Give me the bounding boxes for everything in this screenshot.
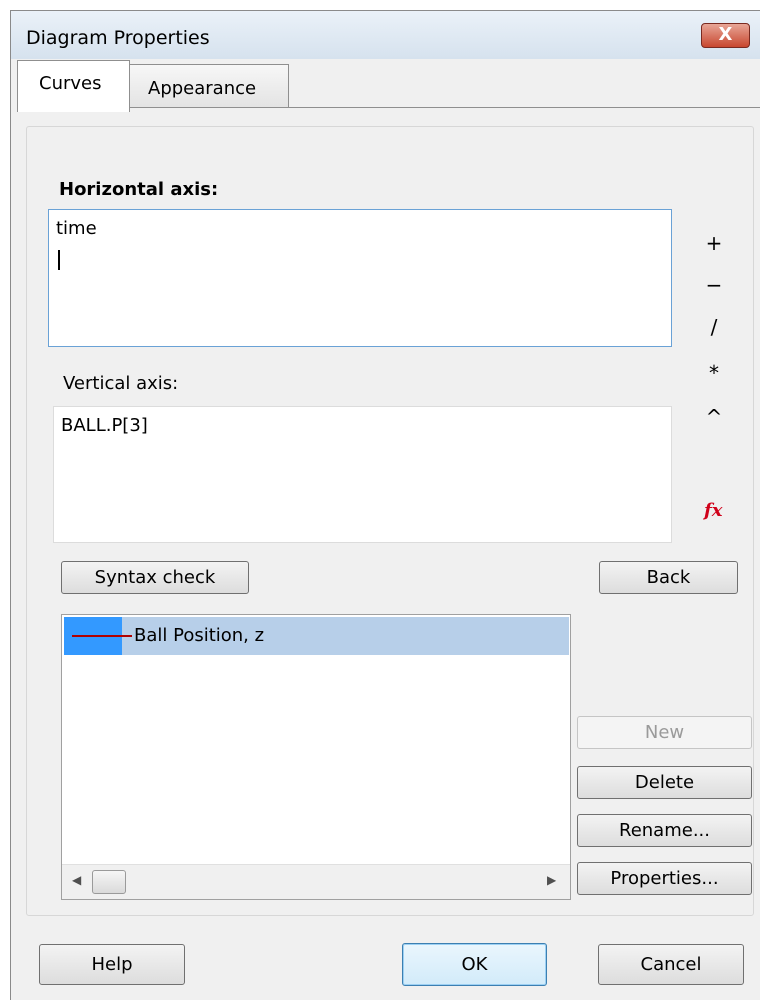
curves-list[interactable]: Ball Position, z ◀ ▶ xyxy=(61,614,571,900)
back-button[interactable]: Back xyxy=(599,561,738,594)
tab-appearance-label: Appearance xyxy=(148,78,257,99)
function-icon[interactable]: fx xyxy=(704,500,722,521)
close-button[interactable]: X xyxy=(701,23,750,48)
power-operator-button[interactable]: ^ xyxy=(699,405,729,429)
curve-line-sample xyxy=(72,635,122,637)
rename-button[interactable]: Rename... xyxy=(577,814,752,847)
syntax-check-button[interactable]: Syntax check xyxy=(61,561,249,594)
list-item[interactable]: Ball Position, z xyxy=(64,617,569,655)
ok-button[interactable]: OK xyxy=(402,943,547,986)
title-bar: Diagram Properties X xyxy=(11,11,760,59)
tab-appearance[interactable]: Appearance xyxy=(129,64,289,108)
delete-button[interactable]: Delete xyxy=(577,766,752,799)
horizontal-axis-label: Horizontal axis: xyxy=(59,179,219,200)
curve-color-swatch xyxy=(64,617,122,655)
cancel-button[interactable]: Cancel xyxy=(598,944,744,985)
tab-curves[interactable]: Curves xyxy=(17,60,130,112)
text-caret xyxy=(58,250,60,270)
help-button[interactable]: Help xyxy=(39,944,185,985)
vertical-axis-input[interactable]: BALL.P[3] xyxy=(53,406,672,543)
properties-button[interactable]: Properties... xyxy=(577,862,752,895)
vertical-axis-value: BALL.P[3] xyxy=(61,415,148,436)
scroll-left-icon[interactable]: ◀ xyxy=(72,873,81,887)
new-button[interactable]: New xyxy=(577,716,752,749)
curve-label: Ball Position, z xyxy=(134,625,265,646)
window-title: Diagram Properties xyxy=(26,27,210,49)
curve-line-sample-tail xyxy=(122,635,132,637)
minus-operator-button[interactable]: − xyxy=(699,273,729,297)
plus-operator-button[interactable]: + xyxy=(699,231,729,255)
horizontal-axis-input[interactable]: time xyxy=(48,209,672,347)
multiply-operator-button[interactable]: * xyxy=(699,361,729,385)
scroll-right-icon[interactable]: ▶ xyxy=(547,873,556,887)
horizontal-scrollbar[interactable]: ◀ ▶ xyxy=(62,864,570,899)
divide-operator-button[interactable]: / xyxy=(699,315,729,339)
vertical-axis-label: Vertical axis: xyxy=(63,373,179,394)
tab-curves-label: Curves xyxy=(39,73,102,94)
scrollbar-thumb[interactable] xyxy=(92,870,126,894)
horizontal-axis-value: time xyxy=(56,218,97,239)
diagram-properties-dialog: Diagram Properties X Curves Appearance H… xyxy=(10,10,760,1000)
